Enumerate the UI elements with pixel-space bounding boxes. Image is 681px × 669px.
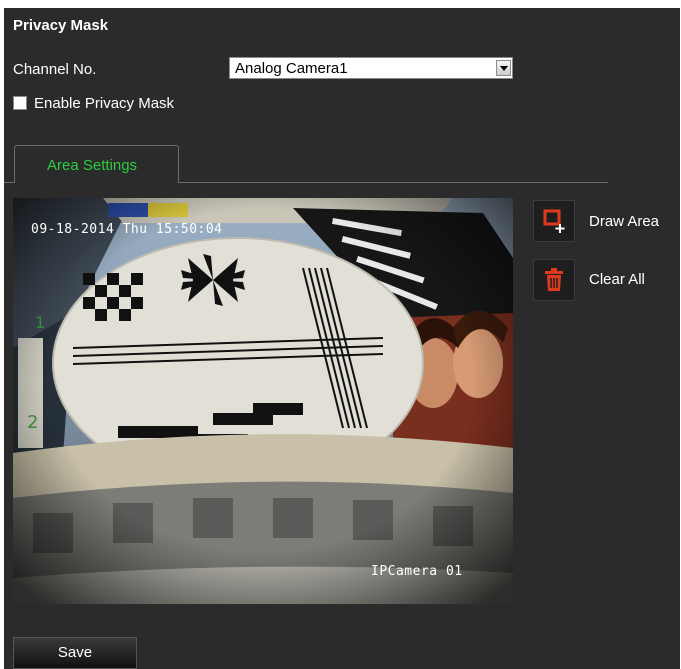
channel-select-value: Analog Camera1 — [235, 60, 348, 77]
draw-area-button[interactable] — [533, 200, 575, 242]
tab-divider-left — [4, 182, 14, 183]
draw-area-label[interactable]: Draw Area — [589, 213, 659, 230]
tab-area-settings-label: Area Settings — [47, 157, 138, 174]
channel-label: Channel No. — [13, 61, 97, 78]
clear-all-label[interactable]: Clear All — [589, 271, 645, 288]
clear-all-button[interactable] — [533, 259, 575, 301]
draw-area-icon — [543, 209, 565, 233]
video-timestamp: 09-18-2014 Thu 15:50:04 — [31, 222, 223, 237]
channel-select[interactable]: Analog Camera1 — [229, 57, 513, 79]
enable-privacy-mask-label[interactable]: Enable Privacy Mask — [34, 95, 174, 112]
video-camera-name: IPCamera 01 — [371, 564, 463, 579]
save-button[interactable]: Save — [13, 637, 137, 669]
privacy-mask-panel: Privacy Mask Channel No. Analog Camera1 … — [0, 0, 681, 669]
chevron-down-icon[interactable] — [496, 60, 511, 76]
enable-privacy-mask-checkbox[interactable] — [13, 96, 27, 110]
video-preview[interactable]: 2 1 09-18-2014 Thu 15:50:04 IPCamera 01 — [13, 198, 513, 604]
tab-area-settings[interactable]: Area Settings — [14, 145, 179, 183]
page-title: Privacy Mask — [13, 17, 109, 34]
tab-divider — [178, 182, 608, 183]
trash-icon — [545, 268, 563, 291]
camera-image: 2 1 — [13, 198, 513, 604]
